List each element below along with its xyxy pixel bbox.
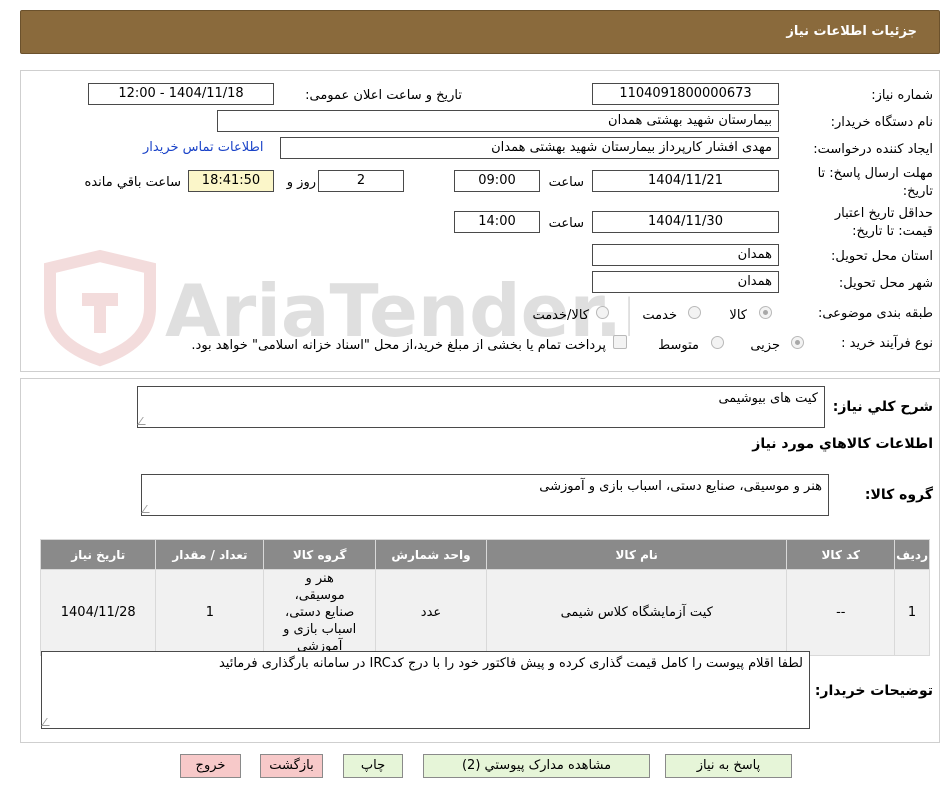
- treasury-checkbox[interactable]: [613, 335, 627, 349]
- summary-label: شرح کلي نیاز:: [832, 399, 933, 415]
- items-table: ردیف کد کالا نام کالا واحد شمارش گروه کا…: [39, 539, 930, 656]
- resize-grip-icon[interactable]: [141, 505, 155, 513]
- goods-group-label: گروه کالا:: [864, 487, 933, 503]
- process-option-medium: متوسط: [658, 338, 699, 353]
- page-title: جزئیات اطلاعات نیاز: [786, 24, 917, 39]
- back-button[interactable]: بازگشت: [260, 754, 323, 778]
- col-header-qty: تعداد / مقدار: [155, 539, 265, 570]
- process-radio-minor[interactable]: [791, 336, 804, 349]
- deadline-time-field[interactable]: 09:00: [454, 170, 540, 192]
- creator-label: ایجاد کننده درخواست:: [813, 142, 933, 157]
- validity-date-field[interactable]: 1404/11/30: [592, 211, 779, 233]
- goods-group-textarea[interactable]: هنر و موسیقی، صنایع دستی، اسباب بازی و آ…: [141, 474, 829, 516]
- reply-button[interactable]: پاسخ به نیاز: [665, 754, 792, 778]
- deadline-label-date: تاریخ:: [902, 184, 933, 199]
- buyer-org-label: نام دستگاه خریدار:: [830, 115, 933, 130]
- cell-code: --: [786, 569, 896, 656]
- deadline-time-label: ساعت: [548, 175, 584, 190]
- col-header-name: نام کالا: [486, 539, 788, 570]
- cell-group: هنر و موسیقی، صنایع دستی، اسباب بازی و آ…: [263, 569, 376, 656]
- validity-label: حداقل تاریخ اعتبار: [834, 206, 933, 221]
- deadline-label: مهلت ارسال پاسخ: تا: [817, 166, 933, 181]
- cell-name: کیت آزمایشگاه کلاس شیمی: [486, 569, 788, 656]
- buyer-notes-text: لطفا اقلام پیوست را کامل قیمت گذاری کرده…: [218, 656, 803, 671]
- summary-textarea[interactable]: کیت های بیوشیمی: [137, 386, 825, 428]
- category-option-goods: کالا: [729, 308, 747, 323]
- cell-date: 1404/11/28: [39, 569, 157, 656]
- validity-time-label: ساعت: [548, 216, 584, 231]
- province-label: استان محل تحویل:: [831, 249, 933, 264]
- remaining-time-field: 18:41:50: [188, 170, 274, 192]
- col-header-group: گروه کالا: [263, 539, 376, 570]
- category-radio-service[interactable]: [688, 306, 701, 319]
- col-header-row: ردیف: [894, 539, 930, 570]
- col-header-code: کد کالا: [786, 539, 896, 570]
- category-label: طبقه بندی موضوعی:: [817, 306, 933, 321]
- print-button[interactable]: چاپ: [343, 754, 403, 778]
- cell-row: 1: [894, 569, 930, 656]
- need-number-label: شماره نیاز:: [871, 88, 933, 103]
- province-field[interactable]: همدان: [592, 244, 779, 266]
- buyer-notes-label: توضیحات خریدار:: [814, 683, 933, 699]
- creator-field[interactable]: مهدی افشار کارپرداز بیمارستان شهید بهشتی…: [280, 137, 779, 159]
- buyer-contact-link[interactable]: اطلاعات تماس خریدار: [143, 140, 263, 155]
- need-number-field[interactable]: 1104091800000673: [592, 83, 779, 105]
- resize-grip-icon[interactable]: [137, 417, 151, 425]
- table-row[interactable]: 1 -- کیت آزمایشگاه کلاس شیمی عدد هنر و م…: [39, 569, 930, 656]
- city-field[interactable]: همدان: [592, 271, 779, 293]
- col-header-date: تاریخ نیاز: [39, 539, 157, 570]
- goods-info-title: اطلاعات کالاهاي مورد نیاز: [752, 436, 933, 452]
- process-radio-medium[interactable]: [711, 336, 724, 349]
- remaining-time-label: ساعت باقي مانده: [84, 175, 181, 190]
- view-attachments-button[interactable]: مشاهده مدارک پیوستي (2): [423, 754, 650, 778]
- announce-label: تاریخ و ساعت اعلان عمومی:: [305, 88, 462, 103]
- table-header-row: ردیف کد کالا نام کالا واحد شمارش گروه کا…: [39, 539, 930, 570]
- buyer-notes-textarea[interactable]: لطفا اقلام پیوست را کامل قیمت گذاری کرده…: [41, 651, 810, 729]
- process-label: نوع فرآیند خرید :: [841, 336, 933, 351]
- treasury-payment-note: پرداخت تمام یا بخشی از مبلغ خرید،از محل …: [191, 338, 606, 353]
- category-option-service: خدمت: [642, 308, 677, 323]
- validity-label-date: قیمت: تا تاریخ:: [852, 224, 933, 239]
- buyer-org-field[interactable]: بیمارستان شهید بهشتی همدان: [217, 110, 779, 132]
- cell-qty: 1: [155, 569, 265, 656]
- page-header: جزئیات اطلاعات نیاز: [20, 10, 940, 54]
- resize-grip-icon[interactable]: [41, 718, 55, 726]
- days-label: روز و: [286, 175, 316, 190]
- announce-field[interactable]: 1404/11/18 - 12:00: [88, 83, 274, 105]
- process-option-minor: جزیی: [750, 338, 780, 353]
- days-field[interactable]: 2: [318, 170, 404, 192]
- exit-button[interactable]: خروج: [180, 754, 241, 778]
- goods-group-text: هنر و موسیقی، صنایع دستی، اسباب بازی و آ…: [539, 479, 822, 494]
- deadline-date-field[interactable]: 1404/11/21: [592, 170, 779, 192]
- category-radio-goods-service[interactable]: [596, 306, 609, 319]
- summary-text: کیت های بیوشیمی: [718, 391, 818, 406]
- city-label: شهر محل تحویل:: [838, 276, 933, 291]
- cell-unit: عدد: [374, 569, 488, 656]
- col-header-unit: واحد شمارش: [374, 539, 488, 570]
- category-radio-goods[interactable]: [759, 306, 772, 319]
- validity-time-field[interactable]: 14:00: [454, 211, 540, 233]
- category-option-goods-service: کالا/خدمت: [532, 308, 589, 323]
